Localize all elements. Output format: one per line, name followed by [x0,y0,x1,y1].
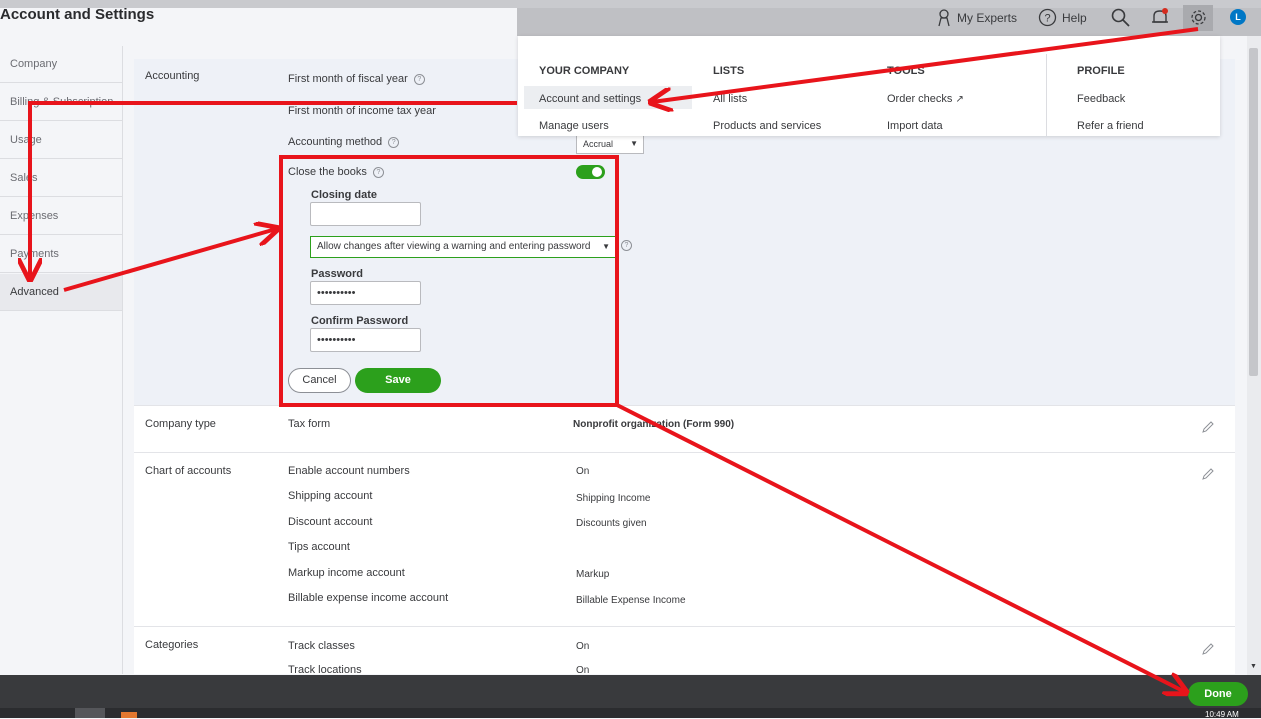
annotation-arrow [652,27,1199,102]
annotation-highlight-box [279,155,619,407]
annotation-arrow [63,229,276,292]
annotation-arrow [616,403,1185,692]
annotation-overlay [0,27,1199,718]
annotation-arrow [30,101,517,278]
